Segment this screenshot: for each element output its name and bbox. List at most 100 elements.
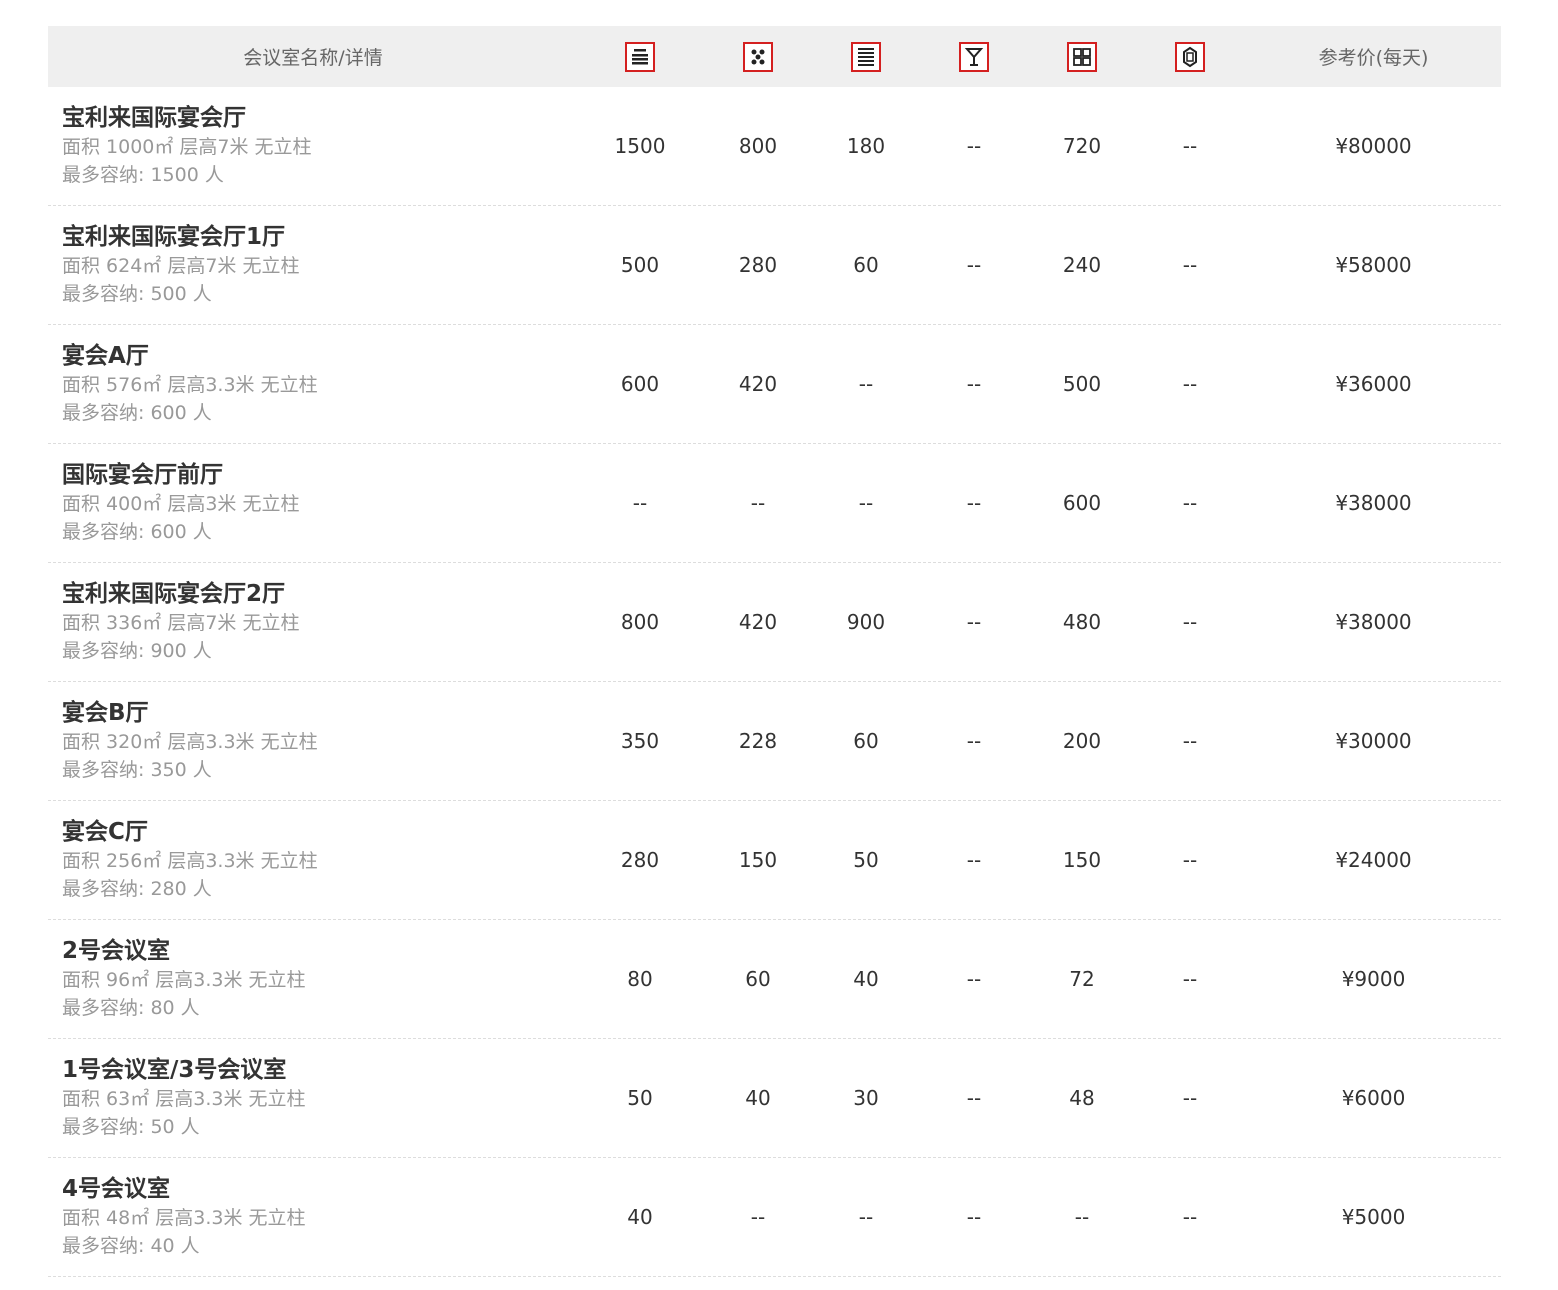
room-name[interactable]: 宝利来国际宴会厅2厅 xyxy=(62,579,578,609)
classroom-capacity: 50 xyxy=(853,848,879,872)
banquet-capacity: -- xyxy=(750,1205,766,1229)
table-row[interactable]: 宴会C厅 面积 256㎡ 层高3.3米 无立柱 最多容纳: 280 人 280 … xyxy=(48,801,1501,920)
room-price: ¥24000 xyxy=(1335,848,1412,872)
room-name[interactable]: 宝利来国际宴会厅1厅 xyxy=(62,222,578,252)
banquet-capacity: 60 xyxy=(745,967,771,991)
room-capacity: 最多容纳: 50 人 xyxy=(62,1116,200,1138)
cocktail-capacity: -- xyxy=(966,729,982,753)
theater-capacity: 800 xyxy=(620,610,660,634)
header-cocktail-col xyxy=(918,41,1030,72)
room-info: 宝利来国际宴会厅2厅 面积 336㎡ 层高7米 无立柱 最多容纳: 900 人 xyxy=(48,579,578,665)
boardroom-capacity: -- xyxy=(1182,491,1198,515)
u-shape-layout-icon xyxy=(1067,41,1097,72)
room-name[interactable]: 宝利来国际宴会厅 xyxy=(62,103,578,133)
cocktail-capacity: -- xyxy=(966,253,982,277)
u-shape-capacity: -- xyxy=(1074,1205,1090,1229)
theater-capacity: 50 xyxy=(627,1086,653,1110)
cocktail-capacity: -- xyxy=(966,134,982,158)
table-row[interactable]: 宝利来国际宴会厅1厅 面积 624㎡ 层高7米 无立柱 最多容纳: 500 人 … xyxy=(48,206,1501,325)
room-capacity: 最多容纳: 600 人 xyxy=(62,521,212,543)
room-capacity: 最多容纳: 80 人 xyxy=(62,997,200,1019)
boardroom-capacity: -- xyxy=(1182,610,1198,634)
meeting-room-table: 会议室名称/详情 参考价(每天) 宝利来国际宴会厅 面积 1000㎡ 层高7米 … xyxy=(48,26,1501,1277)
cocktail-capacity: -- xyxy=(966,1086,982,1110)
table-row[interactable]: 宝利来国际宴会厅2厅 面积 336㎡ 层高7米 无立柱 最多容纳: 900 人 … xyxy=(48,563,1501,682)
classroom-capacity: -- xyxy=(858,1205,874,1229)
room-info: 1号会议室/3号会议室 面积 63㎡ 层高3.3米 无立柱 最多容纳: 50 人 xyxy=(48,1055,578,1141)
u-shape-capacity: 500 xyxy=(1062,372,1102,396)
cocktail-capacity: -- xyxy=(966,610,982,634)
classroom-capacity: 60 xyxy=(853,253,879,277)
room-area: 面积 256㎡ 层高3.3米 无立柱 xyxy=(62,850,318,872)
u-shape-capacity: 200 xyxy=(1062,729,1102,753)
classroom-capacity: 30 xyxy=(853,1086,879,1110)
room-info: 宴会A厅 面积 576㎡ 层高3.3米 无立柱 最多容纳: 600 人 xyxy=(48,341,578,427)
room-price: ¥30000 xyxy=(1335,729,1412,753)
banquet-capacity: 420 xyxy=(738,372,778,396)
classroom-capacity: 40 xyxy=(853,967,879,991)
room-capacity: 最多容纳: 1500 人 xyxy=(62,164,224,186)
room-info: 宝利来国际宴会厅 面积 1000㎡ 层高7米 无立柱 最多容纳: 1500 人 xyxy=(48,103,578,189)
cocktail-capacity: -- xyxy=(966,491,982,515)
theater-capacity: 280 xyxy=(620,848,660,872)
room-info: 2号会议室 面积 96㎡ 层高3.3米 无立柱 最多容纳: 80 人 xyxy=(48,936,578,1022)
theater-capacity: 80 xyxy=(627,967,653,991)
room-capacity: 最多容纳: 500 人 xyxy=(62,283,212,305)
room-capacity: 最多容纳: 40 人 xyxy=(62,1235,200,1257)
cocktail-layout-icon xyxy=(959,41,989,72)
theater-capacity: 500 xyxy=(620,253,660,277)
table-row[interactable]: 宴会B厅 面积 320㎡ 层高3.3米 无立柱 最多容纳: 350 人 350 … xyxy=(48,682,1501,801)
banquet-capacity: 420 xyxy=(738,610,778,634)
table-body: 宝利来国际宴会厅 面积 1000㎡ 层高7米 无立柱 最多容纳: 1500 人 … xyxy=(48,87,1501,1277)
boardroom-capacity: -- xyxy=(1182,1205,1198,1229)
theater-capacity: 350 xyxy=(620,729,660,753)
room-info: 国际宴会厅前厅 面积 400㎡ 层高3米 无立柱 最多容纳: 600 人 xyxy=(48,460,578,546)
banquet-capacity: 228 xyxy=(738,729,778,753)
room-name[interactable]: 4号会议室 xyxy=(62,1174,578,1204)
table-header: 会议室名称/详情 参考价(每天) xyxy=(48,26,1501,87)
table-row[interactable]: 2号会议室 面积 96㎡ 层高3.3米 无立柱 最多容纳: 80 人 80 60… xyxy=(48,920,1501,1039)
boardroom-layout-icon xyxy=(1175,41,1205,72)
boardroom-capacity: -- xyxy=(1182,729,1198,753)
room-area: 面积 1000㎡ 层高7米 无立柱 xyxy=(62,136,312,158)
cocktail-capacity: -- xyxy=(966,372,982,396)
room-name[interactable]: 2号会议室 xyxy=(62,936,578,966)
u-shape-capacity: 720 xyxy=(1062,134,1102,158)
table-row[interactable]: 4号会议室 面积 48㎡ 层高3.3米 无立柱 最多容纳: 40 人 40 --… xyxy=(48,1158,1501,1277)
room-area: 面积 320㎡ 层高3.3米 无立柱 xyxy=(62,731,318,753)
theater-capacity: 40 xyxy=(627,1205,653,1229)
room-price: ¥38000 xyxy=(1335,491,1412,515)
cocktail-capacity: -- xyxy=(966,848,982,872)
table-row[interactable]: 宴会A厅 面积 576㎡ 层高3.3米 无立柱 最多容纳: 600 人 600 … xyxy=(48,325,1501,444)
room-price: ¥36000 xyxy=(1335,372,1412,396)
table-row[interactable]: 国际宴会厅前厅 面积 400㎡ 层高3米 无立柱 最多容纳: 600 人 -- … xyxy=(48,444,1501,563)
classroom-capacity: 60 xyxy=(853,729,879,753)
room-capacity: 最多容纳: 600 人 xyxy=(62,402,212,424)
room-area: 面积 400㎡ 层高3米 无立柱 xyxy=(62,493,300,515)
room-name[interactable]: 国际宴会厅前厅 xyxy=(62,460,578,490)
room-capacity: 最多容纳: 350 人 xyxy=(62,759,212,781)
room-area: 面积 63㎡ 层高3.3米 无立柱 xyxy=(62,1088,306,1110)
u-shape-capacity: 48 xyxy=(1069,1086,1095,1110)
u-shape-capacity: 600 xyxy=(1062,491,1102,515)
room-name[interactable]: 宴会B厅 xyxy=(62,698,578,728)
table-row[interactable]: 宝利来国际宴会厅 面积 1000㎡ 层高7米 无立柱 最多容纳: 1500 人 … xyxy=(48,87,1501,206)
banquet-capacity: 800 xyxy=(738,134,778,158)
classroom-capacity: -- xyxy=(858,372,874,396)
room-name[interactable]: 宴会C厅 xyxy=(62,817,578,847)
boardroom-capacity: -- xyxy=(1182,253,1198,277)
room-price: ¥38000 xyxy=(1335,610,1412,634)
boardroom-capacity: -- xyxy=(1182,134,1198,158)
room-info: 宴会C厅 面积 256㎡ 层高3.3米 无立柱 最多容纳: 280 人 xyxy=(48,817,578,903)
classroom-layout-icon xyxy=(851,41,881,72)
table-row[interactable]: 1号会议室/3号会议室 面积 63㎡ 层高3.3米 无立柱 最多容纳: 50 人… xyxy=(48,1039,1501,1158)
classroom-capacity: 900 xyxy=(846,610,886,634)
room-capacity: 最多容纳: 280 人 xyxy=(62,878,212,900)
header-name-label: 会议室名称/详情 xyxy=(243,47,383,69)
classroom-capacity: 180 xyxy=(846,134,886,158)
theater-capacity: 1500 xyxy=(614,134,666,158)
room-name[interactable]: 1号会议室/3号会议室 xyxy=(62,1055,578,1085)
header-u-shape-col xyxy=(1030,41,1134,72)
classroom-capacity: -- xyxy=(858,491,874,515)
room-name[interactable]: 宴会A厅 xyxy=(62,341,578,371)
